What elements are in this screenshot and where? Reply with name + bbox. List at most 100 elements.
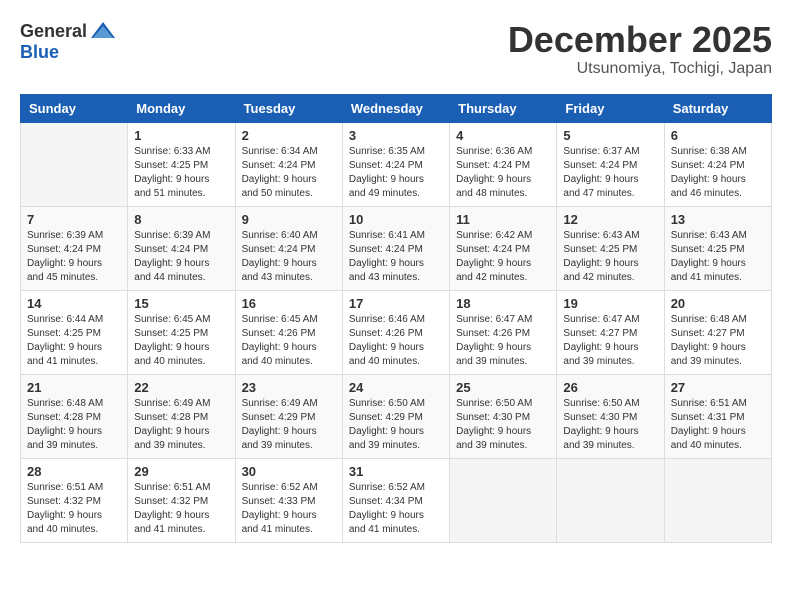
logo-blue: Blue bbox=[20, 42, 59, 63]
calendar-cell: 21Sunrise: 6:48 AM Sunset: 4:28 PM Dayli… bbox=[21, 374, 128, 458]
day-number: 20 bbox=[671, 296, 765, 311]
day-info: Sunrise: 6:50 AM Sunset: 4:30 PM Dayligh… bbox=[456, 397, 550, 453]
day-number: 29 bbox=[134, 464, 228, 479]
calendar-cell bbox=[21, 122, 128, 206]
day-info: Sunrise: 6:42 AM Sunset: 4:24 PM Dayligh… bbox=[456, 229, 550, 285]
weekday-header: Wednesday bbox=[342, 94, 449, 122]
day-number: 19 bbox=[563, 296, 657, 311]
title-section: December 2025 Utsunomiya, Tochigi, Japan bbox=[508, 20, 772, 78]
day-number: 25 bbox=[456, 380, 550, 395]
day-number: 5 bbox=[563, 128, 657, 143]
calendar-cell: 13 Sunrise: 6:43 AM Sunset: 4:25 PM Dayli… bbox=[664, 206, 771, 290]
calendar-cell: 10Sunrise: 6:41 AM Sunset: 4:24 PM Dayli… bbox=[342, 206, 449, 290]
day-info: Sunrise: 6:39 AM Sunset: 4:24 PM Dayligh… bbox=[134, 229, 228, 285]
calendar-cell: 26Sunrise: 6:50 AM Sunset: 4:30 PM Dayli… bbox=[557, 374, 664, 458]
calendar-cell: 30 Sunrise: 6:52 AM Sunset: 4:33 PM Dayli… bbox=[235, 458, 342, 542]
calendar-cell: 29 Sunrise: 6:51 AM Sunset: 4:32 PM Dayli… bbox=[128, 458, 235, 542]
weekday-header: Saturday bbox=[664, 94, 771, 122]
calendar-cell: 24Sunrise: 6:50 AM Sunset: 4:29 PM Dayli… bbox=[342, 374, 449, 458]
day-info: Sunrise: 6:33 AM Sunset: 4:25 PM Dayligh… bbox=[134, 145, 228, 201]
day-number: 4 bbox=[456, 128, 550, 143]
day-info: Sunrise: 6:47 AM Sunset: 4:26 PM Dayligh… bbox=[456, 313, 550, 369]
day-number: 15 bbox=[134, 296, 228, 311]
calendar-header-row: SundayMondayTuesdayWednesdayThursdayFrid… bbox=[21, 94, 772, 122]
day-info: Sunrise: 6:52 AM Sunset: 4:33 PM Dayligh… bbox=[242, 481, 336, 537]
calendar-week-row: 1Sunrise: 6:33 AM Sunset: 4:25 PM Daylig… bbox=[21, 122, 772, 206]
calendar-week-row: 21Sunrise: 6:48 AM Sunset: 4:28 PM Dayli… bbox=[21, 374, 772, 458]
calendar-cell bbox=[557, 458, 664, 542]
calendar-cell: 31 Sunrise: 6:52 AM Sunset: 4:34 PM Dayli… bbox=[342, 458, 449, 542]
calendar-cell: 3 Sunrise: 6:35 AM Sunset: 4:24 PM Daylig… bbox=[342, 122, 449, 206]
calendar-cell: 7Sunrise: 6:39 AM Sunset: 4:24 PM Daylig… bbox=[21, 206, 128, 290]
day-info: Sunrise: 6:51 AM Sunset: 4:32 PM Dayligh… bbox=[27, 481, 121, 537]
day-number: 2 bbox=[242, 128, 336, 143]
day-info: Sunrise: 6:49 AM Sunset: 4:28 PM Dayligh… bbox=[134, 397, 228, 453]
day-info: Sunrise: 6:50 AM Sunset: 4:29 PM Dayligh… bbox=[349, 397, 443, 453]
calendar-week-row: 14 Sunrise: 6:44 AM Sunset: 4:25 PM Dayli… bbox=[21, 290, 772, 374]
day-number: 11 bbox=[456, 212, 550, 227]
month-title: December 2025 bbox=[508, 20, 772, 60]
weekday-header: Thursday bbox=[450, 94, 557, 122]
day-info: Sunrise: 6:43 AM Sunset: 4:25 PM Dayligh… bbox=[563, 229, 657, 285]
calendar-cell: 5 Sunrise: 6:37 AM Sunset: 4:24 PM Daylig… bbox=[557, 122, 664, 206]
day-number: 31 bbox=[349, 464, 443, 479]
calendar-cell: 27 Sunrise: 6:51 AM Sunset: 4:31 PM Dayli… bbox=[664, 374, 771, 458]
logo-icon bbox=[89, 20, 117, 42]
day-info: Sunrise: 6:41 AM Sunset: 4:24 PM Dayligh… bbox=[349, 229, 443, 285]
day-info: Sunrise: 6:48 AM Sunset: 4:27 PM Dayligh… bbox=[671, 313, 765, 369]
day-number: 30 bbox=[242, 464, 336, 479]
day-info: Sunrise: 6:47 AM Sunset: 4:27 PM Dayligh… bbox=[563, 313, 657, 369]
calendar-cell: 20 Sunrise: 6:48 AM Sunset: 4:27 PM Dayli… bbox=[664, 290, 771, 374]
calendar-cell: 16 Sunrise: 6:45 AM Sunset: 4:26 PM Dayli… bbox=[235, 290, 342, 374]
day-info: Sunrise: 6:46 AM Sunset: 4:26 PM Dayligh… bbox=[349, 313, 443, 369]
calendar-cell: 17 Sunrise: 6:46 AM Sunset: 4:26 PM Dayli… bbox=[342, 290, 449, 374]
day-info: Sunrise: 6:49 AM Sunset: 4:29 PM Dayligh… bbox=[242, 397, 336, 453]
day-number: 9 bbox=[242, 212, 336, 227]
weekday-header: Sunday bbox=[21, 94, 128, 122]
day-number: 26 bbox=[563, 380, 657, 395]
day-number: 3 bbox=[349, 128, 443, 143]
day-info: Sunrise: 6:52 AM Sunset: 4:34 PM Dayligh… bbox=[349, 481, 443, 537]
day-number: 18 bbox=[456, 296, 550, 311]
day-number: 23 bbox=[242, 380, 336, 395]
day-number: 21 bbox=[27, 380, 121, 395]
day-number: 16 bbox=[242, 296, 336, 311]
day-number: 14 bbox=[27, 296, 121, 311]
calendar-table: SundayMondayTuesdayWednesdayThursdayFrid… bbox=[20, 94, 772, 543]
day-number: 8 bbox=[134, 212, 228, 227]
calendar-cell: 28Sunrise: 6:51 AM Sunset: 4:32 PM Dayli… bbox=[21, 458, 128, 542]
day-info: Sunrise: 6:44 AM Sunset: 4:25 PM Dayligh… bbox=[27, 313, 121, 369]
calendar-cell: 23 Sunrise: 6:49 AM Sunset: 4:29 PM Dayli… bbox=[235, 374, 342, 458]
day-info: Sunrise: 6:45 AM Sunset: 4:25 PM Dayligh… bbox=[134, 313, 228, 369]
day-info: Sunrise: 6:51 AM Sunset: 4:31 PM Dayligh… bbox=[671, 397, 765, 453]
day-info: Sunrise: 6:38 AM Sunset: 4:24 PM Dayligh… bbox=[671, 145, 765, 201]
calendar-week-row: 7 Sunrise: 6:39 AM Sunset: 4:24 PM Daylig… bbox=[21, 206, 772, 290]
calendar-cell bbox=[450, 458, 557, 542]
calendar-week-row: 28Sunrise: 6:51 AM Sunset: 4:32 PM Dayli… bbox=[21, 458, 772, 542]
calendar-cell: 15 Sunrise: 6:45 AM Sunset: 4:25 PM Dayli… bbox=[128, 290, 235, 374]
day-info: Sunrise: 6:37 AM Sunset: 4:24 PM Dayligh… bbox=[563, 145, 657, 201]
calendar-cell: 19 Sunrise: 6:47 AM Sunset: 4:27 PM Dayli… bbox=[557, 290, 664, 374]
weekday-header: Friday bbox=[557, 94, 664, 122]
calendar-cell: 25 Sunrise: 6:50 AM Sunset: 4:30 PM Dayli… bbox=[450, 374, 557, 458]
day-number: 13 bbox=[671, 212, 765, 227]
calendar-cell: 2 Sunrise: 6:34 AM Sunset: 4:24 PM Daylig… bbox=[235, 122, 342, 206]
day-number: 17 bbox=[349, 296, 443, 311]
day-number: 12 bbox=[563, 212, 657, 227]
day-number: 6 bbox=[671, 128, 765, 143]
day-info: Sunrise: 6:34 AM Sunset: 4:24 PM Dayligh… bbox=[242, 145, 336, 201]
day-info: Sunrise: 6:35 AM Sunset: 4:24 PM Dayligh… bbox=[349, 145, 443, 201]
calendar-cell: 1Sunrise: 6:33 AM Sunset: 4:25 PM Daylig… bbox=[128, 122, 235, 206]
day-number: 7 bbox=[27, 212, 121, 227]
calendar-cell: 14 Sunrise: 6:44 AM Sunset: 4:25 PM Dayli… bbox=[21, 290, 128, 374]
day-info: Sunrise: 6:45 AM Sunset: 4:26 PM Dayligh… bbox=[242, 313, 336, 369]
calendar-cell: 11 Sunrise: 6:42 AM Sunset: 4:24 PM Dayli… bbox=[450, 206, 557, 290]
logo-general: General bbox=[20, 21, 87, 42]
calendar-cell: 18 Sunrise: 6:47 AM Sunset: 4:26 PM Dayli… bbox=[450, 290, 557, 374]
day-info: Sunrise: 6:36 AM Sunset: 4:24 PM Dayligh… bbox=[456, 145, 550, 201]
page-header: General Blue December 2025 Utsunomiya, T… bbox=[20, 20, 772, 78]
day-info: Sunrise: 6:43 AM Sunset: 4:25 PM Dayligh… bbox=[671, 229, 765, 285]
calendar-cell: 9Sunrise: 6:40 AM Sunset: 4:24 PM Daylig… bbox=[235, 206, 342, 290]
day-info: Sunrise: 6:51 AM Sunset: 4:32 PM Dayligh… bbox=[134, 481, 228, 537]
day-number: 27 bbox=[671, 380, 765, 395]
